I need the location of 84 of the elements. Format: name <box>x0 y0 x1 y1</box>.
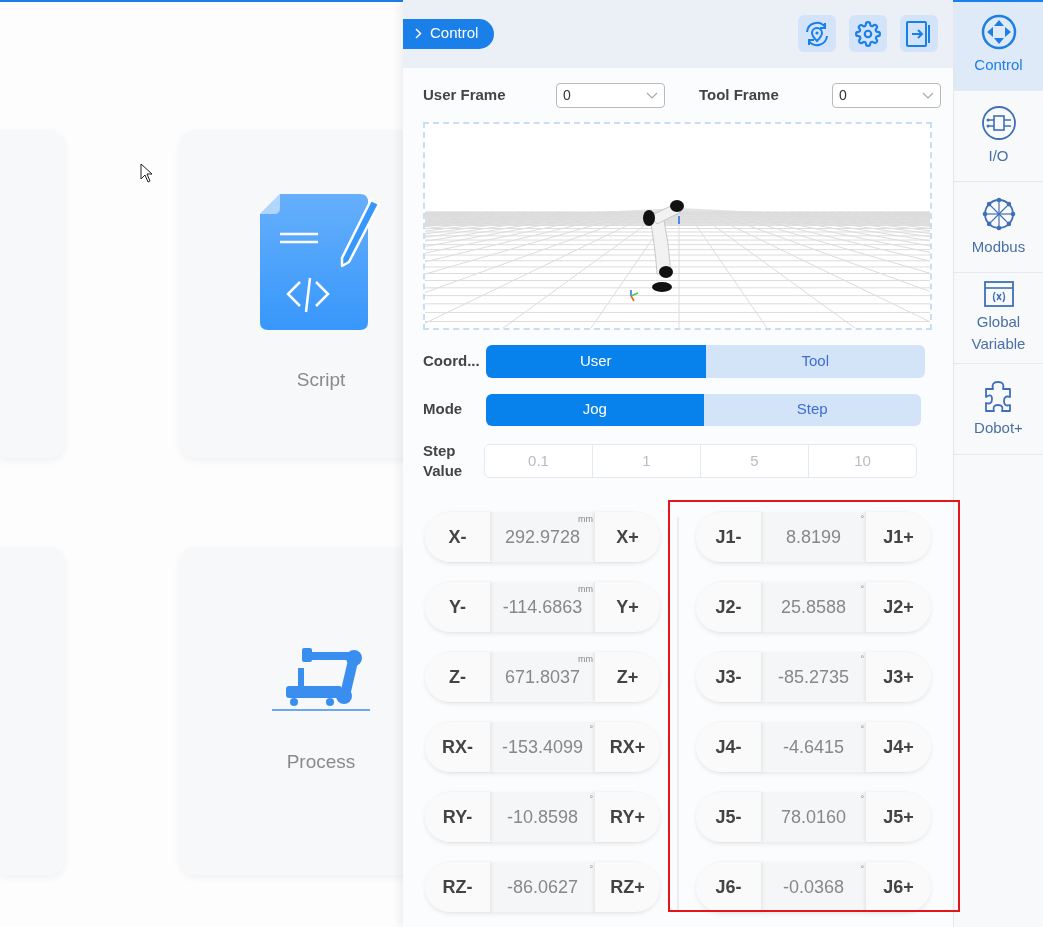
jog-plus-button[interactable]: Z+ <box>595 652 660 702</box>
chevron-down-icon <box>922 91 934 99</box>
chevron-right-icon <box>415 28 422 39</box>
frame-select[interactable]: 0 <box>556 82 665 108</box>
coordinate-label: Coord... <box>423 351 481 372</box>
settings-button[interactable] <box>849 15 887 52</box>
position-value: -153.4099 <box>501 735 584 759</box>
jog-minus-button[interactable]: RZ- <box>425 862 490 912</box>
mouse-cursor-icon <box>140 163 153 183</box>
segment-option[interactable]: Tool <box>705 345 925 378</box>
sidebar-tab[interactable]: Modbus <box>954 182 1043 273</box>
axis-gizmo-icon <box>630 289 639 302</box>
mode-label: Mode <box>423 399 464 420</box>
unit-label: ° <box>589 795 593 804</box>
unit-label: ° <box>860 725 864 734</box>
unit-label: ° <box>860 585 864 594</box>
position-value: 671.8037 <box>504 665 581 689</box>
segment-option[interactable]: Step <box>703 393 921 426</box>
sidebar-tab[interactable]: I/O <box>954 91 1043 182</box>
unit-label: ° <box>860 515 864 524</box>
unit-label: mm <box>578 515 593 524</box>
sidebar-tab[interactable]: Dobot+ <box>954 364 1043 455</box>
select-value: 0 <box>563 85 571 105</box>
sidebar-tab[interactable]: Global Variable <box>954 273 1043 364</box>
position-value: 8.8199 <box>785 525 842 549</box>
jog-minus-button[interactable]: Z- <box>425 652 490 702</box>
jog-minus-button[interactable]: J3- <box>696 652 761 702</box>
unit-label: mm <box>578 655 593 664</box>
position-value: 78.0160 <box>780 805 847 829</box>
jog-plus-button[interactable]: Y+ <box>595 582 660 632</box>
jog-minus-button[interactable]: RX- <box>425 722 490 772</box>
location-refresh-icon <box>803 19 831 48</box>
segment-option[interactable]: User <box>486 345 706 378</box>
frame-label: User Frame <box>423 84 507 105</box>
jog-plus-button[interactable]: X+ <box>595 512 660 562</box>
position-value: 25.8588 <box>780 595 847 619</box>
position-value: -0.0368 <box>782 875 845 899</box>
jog-minus-button[interactable]: J4- <box>696 722 761 772</box>
direction-pad-icon <box>980 14 1017 50</box>
variable-window-icon <box>983 281 1014 307</box>
exit-panel-button[interactable] <box>900 15 938 52</box>
jog-plus-button[interactable]: J2+ <box>866 582 931 632</box>
unit-label: ° <box>860 655 864 664</box>
chevron-down-icon <box>646 91 658 99</box>
jog-plus-button[interactable]: RZ+ <box>595 862 660 912</box>
frame-select[interactable]: 0 <box>832 82 941 108</box>
position-value: -4.6415 <box>782 735 845 759</box>
jog-minus-button[interactable]: J5- <box>696 792 761 842</box>
segment-option[interactable]: Jog <box>486 393 704 426</box>
position-value: 292.9728 <box>504 525 581 549</box>
jog-plus-button[interactable]: J4+ <box>866 722 931 772</box>
jog-minus-button[interactable]: J6- <box>696 862 761 912</box>
location-sync-button[interactable] <box>798 15 836 52</box>
jog-minus-button[interactable]: X- <box>425 512 490 562</box>
io-module-icon <box>980 105 1017 141</box>
jog-plus-button[interactable]: RY+ <box>595 792 660 842</box>
position-value: -86.0627 <box>506 875 579 899</box>
card-label: Script <box>296 367 346 392</box>
unit-label: ° <box>589 865 593 874</box>
jog-plus-button[interactable]: J6+ <box>866 862 931 912</box>
jog-plus-button[interactable]: J5+ <box>866 792 931 842</box>
select-value: 0 <box>839 85 847 105</box>
position-value: -114.6863 <box>502 595 583 619</box>
step-value-label: Step Value <box>423 441 464 481</box>
card-label: Process <box>286 749 356 774</box>
unit-label: ° <box>860 865 864 874</box>
jog-plus-button[interactable]: J1+ <box>866 512 931 562</box>
jog-minus-button[interactable]: Y- <box>425 582 490 632</box>
settings-icon <box>855 20 881 47</box>
unit-label: mm <box>578 585 593 594</box>
network-wheel-icon <box>980 196 1017 232</box>
jog-minus-button[interactable]: J1- <box>696 512 761 562</box>
frame-label: Tool Frame <box>699 84 780 105</box>
robot-arm-icon <box>272 645 370 712</box>
position-value: -85.2735 <box>777 665 850 689</box>
jog-minus-button[interactable]: RY- <box>425 792 490 842</box>
code-document-icon <box>260 193 382 330</box>
jog-minus-button[interactable]: J2- <box>696 582 761 632</box>
panel-title-button[interactable]: Control <box>403 18 495 49</box>
jog-plus-button[interactable]: RX+ <box>595 722 660 772</box>
unit-label: ° <box>860 795 864 804</box>
unit-label: ° <box>589 725 593 734</box>
position-value: -10.8598 <box>506 805 579 829</box>
jog-plus-button[interactable]: J3+ <box>866 652 931 702</box>
